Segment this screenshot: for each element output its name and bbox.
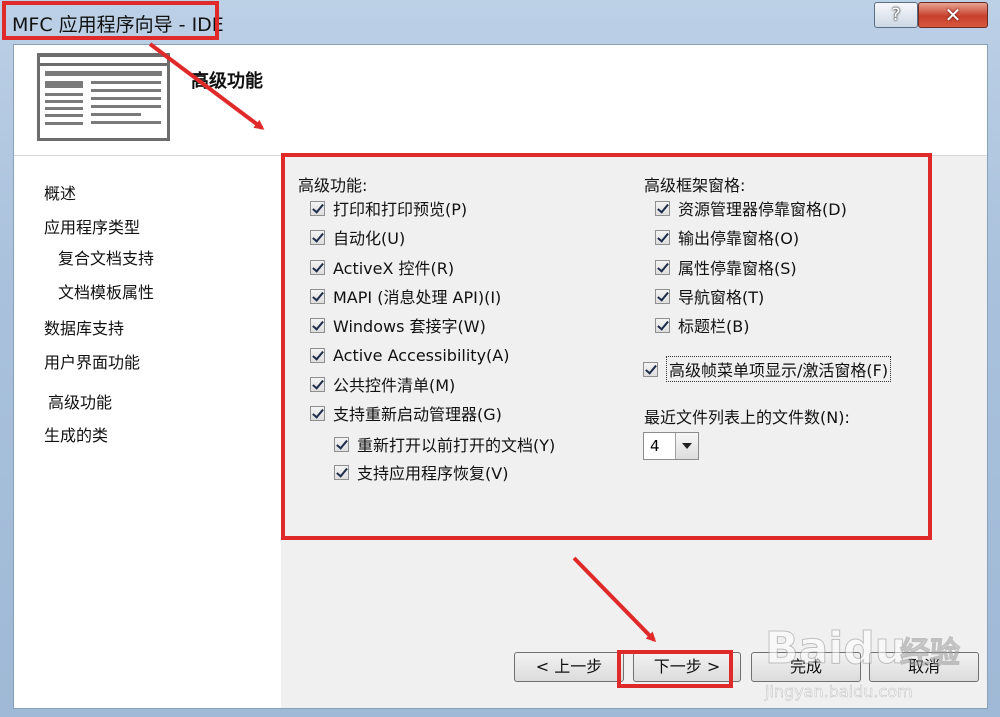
baidu-watermark: Baidu 经验 jingyan.baidu.com <box>760 603 990 713</box>
wizard-window: MFC 应用程序向导 - IDE ? ✕ 高级功能 概述 应用程序类型 复合文档… <box>0 0 1000 717</box>
baidu-brand-cn: 经验 <box>900 636 960 671</box>
arrow-to-next <box>572 556 657 643</box>
arrow-to-options <box>148 42 265 130</box>
baidu-brand: Baidu <box>765 623 906 674</box>
baidu-url: jingyan.baidu.com <box>764 682 913 701</box>
